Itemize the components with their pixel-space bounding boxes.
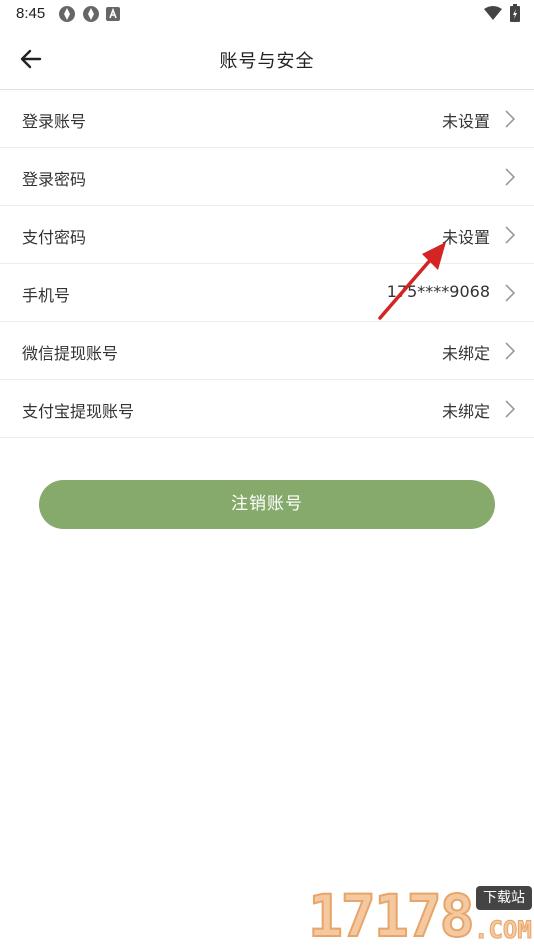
chevron-right-icon — [505, 226, 516, 244]
row-value: 未绑定 — [441, 402, 490, 421]
annotation-arrow-icon — [378, 242, 446, 320]
a-letter-icon — [106, 7, 120, 21]
watermark-suffix: .COM — [474, 916, 533, 945]
row-label: 登录账号 — [22, 112, 87, 131]
row-label: 手机号 — [22, 286, 71, 305]
row-login-account[interactable]: 登录账号 未设置 — [0, 90, 534, 148]
watermark-badge: 下载站 — [476, 886, 532, 910]
row-label: 支付密码 — [22, 228, 87, 247]
chevron-right-icon — [505, 110, 516, 128]
row-label: 支付宝提现账号 — [22, 402, 135, 421]
chevron-right-icon — [505, 168, 516, 186]
row-value: 未设置 — [441, 112, 490, 131]
wifi-icon — [484, 6, 502, 20]
chevron-right-icon — [505, 342, 516, 360]
settings-list: 登录账号 未设置 登录密码 支付密码 未设置 手机号 175****9068 微… — [0, 90, 534, 438]
row-value: 未绑定 — [441, 344, 490, 363]
row-label: 登录密码 — [22, 170, 87, 189]
status-bar: 8:45 — [0, 0, 534, 28]
row-login-password[interactable]: 登录密码 — [0, 148, 534, 206]
chevron-right-icon — [505, 284, 516, 302]
page-title: 账号与安全 — [219, 51, 315, 72]
status-time: 8:45 — [16, 5, 46, 22]
row-alipay-withdraw-account[interactable]: 支付宝提现账号 未绑定 — [0, 380, 534, 438]
watermark-number: 17178 — [307, 881, 476, 950]
status-notification-icons — [58, 5, 120, 23]
battery-icon — [510, 4, 520, 22]
app-notification-icon — [83, 6, 99, 22]
row-wechat-withdraw-account[interactable]: 微信提现账号 未绑定 — [0, 322, 534, 380]
header: 账号与安全 — [0, 28, 534, 90]
site-watermark-logo: 17178 下载站 .COM — [307, 881, 533, 950]
row-phone-number[interactable]: 手机号 175****9068 — [0, 264, 534, 322]
row-payment-password[interactable]: 支付密码 未设置 — [0, 206, 534, 264]
chevron-right-icon — [505, 400, 516, 418]
row-label: 微信提现账号 — [22, 344, 119, 363]
app-notification-icon — [59, 6, 75, 22]
deactivate-account-button[interactable]: 注销账号 — [39, 480, 495, 529]
status-system-icons — [484, 4, 520, 22]
